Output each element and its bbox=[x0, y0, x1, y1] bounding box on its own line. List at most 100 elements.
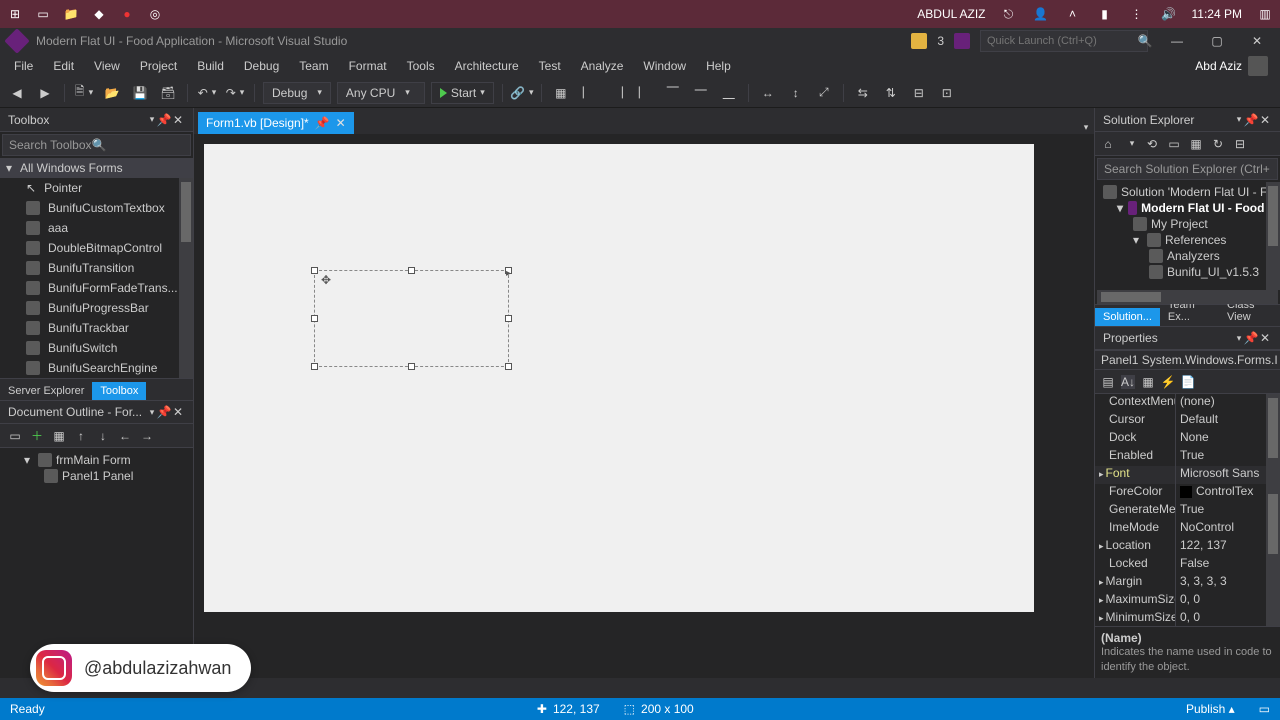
props-pages-icon[interactable]: 📄 bbox=[1181, 375, 1195, 389]
resize-handle[interactable] bbox=[311, 363, 318, 370]
size-width-button[interactable]: ↔ bbox=[757, 82, 779, 104]
start-menu-icon[interactable]: ⊞ bbox=[6, 5, 24, 23]
battery-icon[interactable]: ▮ bbox=[1096, 5, 1114, 23]
close-icon[interactable]: ✕ bbox=[171, 113, 185, 127]
pin-icon[interactable]: 📌 bbox=[1244, 331, 1258, 345]
solution-explorer-search-input[interactable]: Search Solution Explorer (Ctrl+ bbox=[1097, 158, 1278, 180]
toolbox-item[interactable]: aaa bbox=[0, 218, 193, 238]
close-icon[interactable]: ✕ bbox=[1258, 331, 1272, 345]
props-categorized-icon[interactable]: ▤ bbox=[1101, 375, 1115, 389]
property-value[interactable]: 0, 0 bbox=[1175, 610, 1280, 626]
property-row[interactable]: ImeModeNoControl bbox=[1095, 520, 1280, 538]
props-events-icon[interactable]: ⚡ bbox=[1161, 375, 1175, 389]
feedback-icon[interactable] bbox=[954, 33, 970, 49]
close-tab-icon[interactable]: ✕ bbox=[336, 116, 346, 130]
clock[interactable]: 11:24 PM bbox=[1192, 7, 1242, 21]
se-pending-icon[interactable]: ▭ bbox=[1167, 137, 1181, 151]
menu-format[interactable]: Format bbox=[339, 56, 397, 76]
align-middle-button[interactable]: ⎻ bbox=[690, 82, 712, 104]
people-icon[interactable]: 👤 bbox=[1032, 5, 1050, 23]
se-node-ref[interactable]: Bunifu_UI_v1.5.3 bbox=[1099, 264, 1276, 280]
menu-project[interactable]: Project bbox=[130, 56, 187, 76]
wifi-icon[interactable]: ⋮ bbox=[1128, 5, 1146, 23]
toolbox-options-icon[interactable] bbox=[143, 113, 157, 127]
tab-toolbox[interactable]: Toolbox bbox=[92, 382, 146, 400]
property-row[interactable]: MinimumSize0, 0 bbox=[1095, 610, 1280, 626]
new-project-button[interactable]: 🗎 bbox=[73, 82, 95, 104]
property-row[interactable]: MaximumSize0, 0 bbox=[1095, 592, 1280, 610]
outline-right-icon[interactable]: → bbox=[140, 429, 154, 443]
pin-icon[interactable]: 📌 bbox=[157, 405, 171, 419]
se-collapse-icon[interactable]: ⊟ bbox=[1233, 137, 1247, 151]
notification-icon[interactable]: ⎋ bbox=[1000, 5, 1018, 23]
props-scrollbar[interactable] bbox=[1266, 394, 1280, 626]
tab-server-explorer[interactable]: Server Explorer bbox=[0, 382, 92, 400]
menu-build[interactable]: Build bbox=[187, 56, 234, 76]
designer-surface[interactable]: ✥ ▸ bbox=[194, 134, 1094, 678]
menu-tools[interactable]: Tools bbox=[397, 56, 445, 76]
se-sync-icon[interactable]: ⟲ bbox=[1145, 137, 1159, 151]
resize-handle[interactable] bbox=[505, 315, 512, 322]
close-icon[interactable]: ✕ bbox=[171, 405, 185, 419]
property-row[interactable]: ContextMenu(none) bbox=[1095, 394, 1280, 412]
size-both-button[interactable]: ⤢ bbox=[813, 82, 835, 104]
outline-up-icon[interactable]: ↑ bbox=[74, 429, 88, 443]
property-value[interactable]: NoControl bbox=[1175, 520, 1280, 538]
toolbox-scrollbar[interactable] bbox=[179, 178, 193, 378]
toolbox-group-header[interactable]: ▾All Windows Forms bbox=[0, 158, 193, 178]
move-handle-icon[interactable]: ✥ bbox=[321, 273, 335, 287]
menu-debug[interactable]: Debug bbox=[234, 56, 289, 76]
pin-icon[interactable]: 📌 bbox=[1244, 113, 1258, 127]
property-value[interactable]: None bbox=[1175, 430, 1280, 448]
se-h-scrollbar[interactable] bbox=[1097, 290, 1278, 304]
center-h-button[interactable]: ⊟ bbox=[908, 82, 930, 104]
property-row[interactable]: DockNone bbox=[1095, 430, 1280, 448]
close-icon[interactable]: ✕ bbox=[1258, 113, 1272, 127]
notification-flag-icon[interactable] bbox=[911, 33, 927, 49]
property-value[interactable]: 3, 3, 3, 3 bbox=[1175, 574, 1280, 592]
tab-solution[interactable]: Solution... bbox=[1095, 308, 1160, 326]
se-node-myproject[interactable]: My Project bbox=[1099, 216, 1276, 232]
open-file-button[interactable]: 📂 bbox=[101, 82, 123, 104]
property-row[interactable]: GenerateMemTrue bbox=[1095, 502, 1280, 520]
property-value[interactable]: True bbox=[1175, 448, 1280, 466]
outline-layout-icon[interactable]: ▦ bbox=[52, 429, 66, 443]
menu-test[interactable]: Test bbox=[529, 56, 571, 76]
outline-left-icon[interactable]: ← bbox=[118, 429, 132, 443]
toolbox-item[interactable]: BunifuFormFadeTrans... bbox=[0, 278, 193, 298]
se-options-icon[interactable] bbox=[1230, 113, 1244, 127]
toolbox-item[interactable]: BunifuCustomTextbox bbox=[0, 198, 193, 218]
undo-button[interactable]: ↶ bbox=[196, 82, 218, 104]
menu-architecture[interactable]: Architecture bbox=[445, 56, 529, 76]
pin-icon[interactable]: 📌 bbox=[157, 113, 171, 127]
property-value[interactable]: (none) bbox=[1175, 394, 1280, 412]
menu-view[interactable]: View bbox=[84, 56, 130, 76]
selected-panel[interactable]: ✥ ▸ bbox=[314, 270, 509, 367]
toolbox-item[interactable]: BunifuSwitch bbox=[0, 338, 193, 358]
property-row[interactable]: CursorDefault bbox=[1095, 412, 1280, 430]
properties-grid[interactable]: ContextMenu(none)CursorDefaultDockNoneEn… bbox=[1095, 394, 1280, 626]
pin-icon[interactable]: 📌 bbox=[315, 116, 330, 130]
source-control-icon[interactable]: ▭ bbox=[1259, 702, 1270, 716]
publish-button[interactable]: Publish ▴ bbox=[1186, 702, 1235, 716]
solution-config-select[interactable]: Debug bbox=[263, 82, 331, 104]
close-button[interactable]: ✕ bbox=[1242, 30, 1272, 52]
menu-analyze[interactable]: Analyze bbox=[571, 56, 634, 76]
doctabs-overflow-icon[interactable] bbox=[1074, 120, 1094, 134]
se-home-icon[interactable]: ⌂ bbox=[1101, 137, 1115, 151]
maximize-button[interactable]: ▢ bbox=[1202, 30, 1232, 52]
menu-window[interactable]: Window bbox=[633, 56, 696, 76]
file-explorer-icon[interactable]: 📁 bbox=[62, 5, 80, 23]
property-value[interactable]: 122, 137 bbox=[1175, 538, 1280, 556]
docoutline-node-form[interactable]: ▾frmMain Form bbox=[6, 452, 187, 468]
se-node-project[interactable]: ▾Modern Flat UI - Food A bbox=[1099, 200, 1276, 216]
property-row[interactable]: Margin3, 3, 3, 3 bbox=[1095, 574, 1280, 592]
toolbox-item[interactable]: BunifuTrackbar bbox=[0, 318, 193, 338]
se-back-icon[interactable] bbox=[1123, 137, 1137, 151]
smart-tag-icon[interactable]: ▸ bbox=[506, 268, 511, 279]
props-options-icon[interactable] bbox=[1230, 331, 1244, 345]
resize-handle[interactable] bbox=[408, 363, 415, 370]
property-row[interactable]: FontMicrosoft Sans bbox=[1095, 466, 1280, 484]
solution-platform-select[interactable]: Any CPU bbox=[337, 82, 425, 104]
outline-view-icon[interactable]: ▭ bbox=[8, 429, 22, 443]
